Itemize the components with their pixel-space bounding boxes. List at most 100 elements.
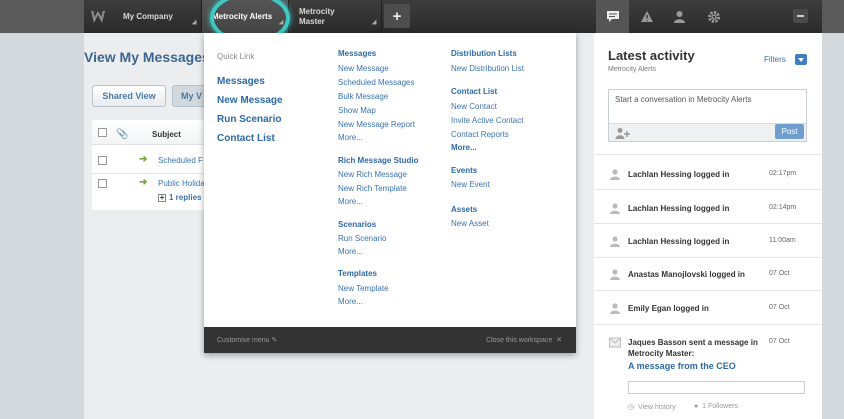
menu-heading-rich-message-studio[interactable]: Rich Message Studio [338, 156, 418, 165]
settings-button[interactable] [697, 0, 730, 33]
pencil-icon: ✎ [271, 337, 278, 344]
menu-heading-assets[interactable]: Assets [451, 205, 477, 214]
post-button[interactable]: Post [775, 124, 804, 139]
activity-time: 07 Oct [769, 270, 790, 277]
menu-item-more[interactable]: More... [338, 197, 363, 206]
menu-item[interactable]: Contact Reports [451, 130, 509, 139]
close-workspace-label: Close this workspace [486, 337, 553, 344]
close-workspace-link[interactable]: Close this workspace ✕ [486, 336, 562, 344]
menu-item[interactable]: New Distribution List [451, 64, 524, 73]
gear-icon [707, 10, 720, 23]
quick-link-messages[interactable]: Messages [217, 76, 265, 87]
user-icon [610, 236, 620, 247]
table-row-subject[interactable]: Public Holida [158, 179, 205, 188]
message-activity-line2: Metrocity Master: [628, 349, 695, 358]
chat-button[interactable] [596, 0, 629, 33]
warning-icon [640, 11, 653, 22]
column-header-subject: Subject [152, 130, 181, 139]
view-history-label: View history [638, 404, 676, 411]
panel-subtitle: Metrocity Alerts [608, 66, 656, 73]
attachment-icon: 📎 [116, 129, 129, 140]
activity-time: 02:17pm [769, 170, 797, 177]
row-checkbox[interactable] [98, 156, 107, 165]
add-user-icon[interactable] [615, 127, 631, 139]
tab-my-company[interactable]: My Company [113, 0, 202, 33]
menu-item[interactable]: Bulk Message [338, 92, 388, 101]
activity-text: Lachlan Hessing logged in [628, 204, 730, 213]
logo[interactable] [84, 0, 112, 33]
tab-metrocity-master[interactable]: Metrocity Master [289, 0, 382, 33]
alerts-button[interactable] [630, 0, 663, 33]
activity-divider [594, 257, 822, 258]
filters-dropdown-button[interactable] [795, 54, 807, 65]
activity-time: 02:14pm [769, 204, 797, 211]
chat-icon [606, 11, 619, 22]
clock-icon: ◷ [628, 404, 635, 411]
menu-item[interactable]: New Event [451, 180, 490, 189]
activity-time: 11:00am [769, 237, 796, 244]
page-title: View My Messages [84, 49, 210, 65]
add-workspace-button[interactable]: + [384, 4, 410, 28]
menu-heading-events[interactable]: Events [451, 166, 477, 175]
menu-item[interactable]: New Message [338, 64, 389, 73]
filters-link[interactable]: Filters [764, 55, 786, 64]
select-all-checkbox[interactable] [98, 128, 107, 137]
customise-menu-link[interactable]: Customise menu ✎ [217, 336, 277, 344]
menu-item[interactable]: New Rich Template [338, 184, 407, 193]
activity-divider [594, 223, 822, 224]
envelope-icon [609, 337, 621, 348]
user-icon [610, 203, 620, 214]
activity-text: Lachlan Hessing logged in [628, 237, 730, 246]
message-link[interactable]: A message from the CEO [628, 361, 736, 371]
shared-view-button[interactable]: Shared View [92, 85, 166, 107]
activity-divider [594, 189, 822, 190]
row-checkbox[interactable] [98, 179, 107, 188]
followers-link[interactable]: ● 1 Followers [694, 403, 738, 410]
menu-item-more[interactable]: More... [338, 247, 363, 256]
activity-text: Anastas Manojlovski logged in [628, 270, 745, 279]
tab-label: Metrocity Master [299, 6, 335, 26]
minimize-panel-button[interactable] [793, 9, 808, 23]
activity-text: Lachlan Hessing logged in [628, 170, 730, 179]
menu-item[interactable]: New Message Report [338, 120, 415, 129]
chevron-down-icon [191, 19, 197, 25]
menu-heading-scenarios[interactable]: Scenarios [338, 220, 376, 229]
quick-link-contact-list[interactable]: Contact List [217, 133, 275, 144]
menu-item[interactable]: Show Map [338, 106, 376, 115]
logo-icon [91, 10, 105, 23]
menu-item[interactable]: Scheduled Messages [338, 78, 415, 87]
expand-icon: + [158, 193, 166, 202]
menu-heading-distribution-lists[interactable]: Distribution Lists [451, 49, 517, 58]
menu-item[interactable]: Run Scenario [338, 234, 386, 243]
menu-item[interactable]: New Asset [451, 219, 489, 228]
menu-heading-messages[interactable]: Messages [338, 49, 376, 58]
user-icon [610, 269, 620, 280]
menu-heading-contact-list[interactable]: Contact List [451, 87, 497, 96]
table-row-subject[interactable]: Scheduled F [158, 156, 203, 165]
profile-button[interactable] [663, 0, 696, 33]
menu-heading-templates[interactable]: Templates [338, 269, 377, 278]
dropdown-footer: Customise menu ✎ Close this workspace ✕ [204, 327, 576, 353]
menu-item[interactable]: New Template [338, 284, 389, 293]
comment-input[interactable] [628, 381, 805, 394]
menu-item-more[interactable]: More... [451, 143, 477, 152]
menu-item[interactable]: New Rich Message [338, 170, 407, 179]
activity-divider [594, 290, 822, 291]
panel-title: Latest activity [608, 48, 695, 63]
tab-label: My Company [123, 12, 173, 21]
quick-link-new-message[interactable]: New Message [217, 95, 283, 106]
chevron-down-icon [371, 19, 377, 25]
replies-toggle[interactable]: +1 replies [158, 193, 201, 202]
menu-item-more[interactable]: More... [338, 297, 363, 306]
user-icon [610, 303, 620, 314]
activity-time: 07 Oct [769, 304, 790, 311]
quick-link-run-scenario[interactable]: Run Scenario [217, 114, 281, 125]
user-icon: ● [694, 403, 699, 410]
menu-item[interactable]: New Contact [451, 102, 497, 111]
replies-label: 1 replies [169, 193, 202, 202]
menu-item-more[interactable]: More... [338, 133, 363, 142]
conversation-input[interactable]: Start a conversation in Metrocity Alerts [609, 90, 806, 123]
menu-item[interactable]: Invite Active Contact [451, 116, 523, 125]
view-history-link[interactable]: ◷ View history [628, 403, 676, 411]
my-view-button[interactable]: My V [172, 85, 208, 107]
